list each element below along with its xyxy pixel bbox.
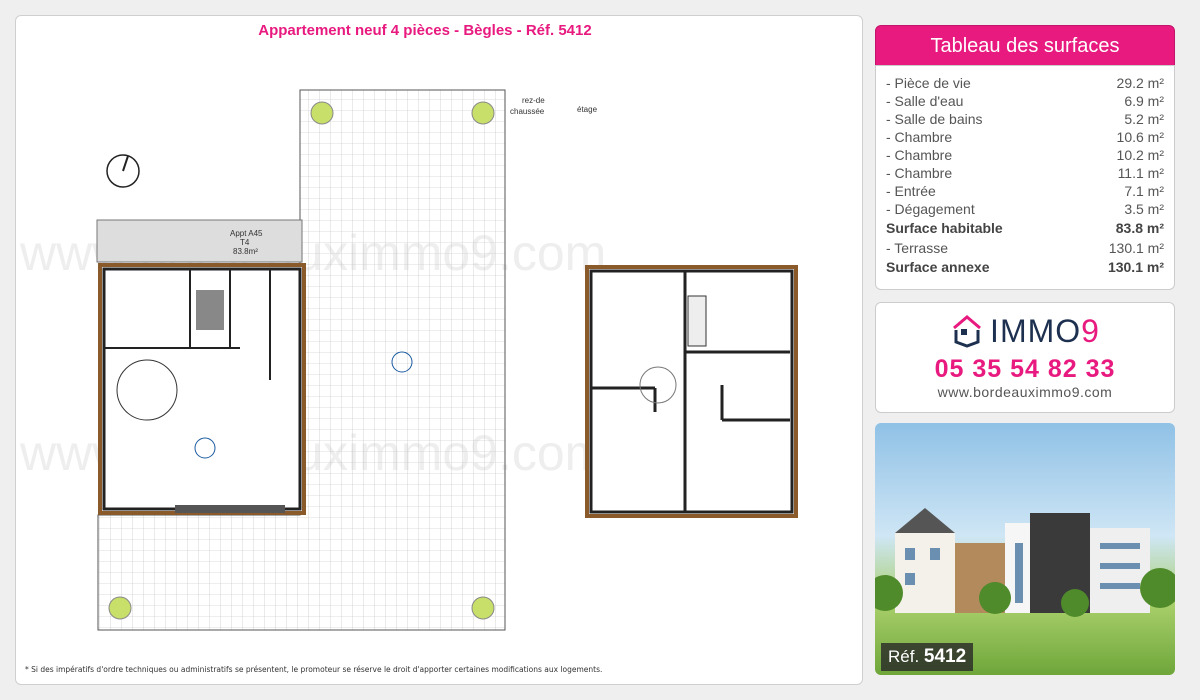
- surface-label: - Chambre: [886, 165, 953, 181]
- surface-row: - Entrée 7.1 m²: [886, 182, 1164, 200]
- surface-value: 83.8 m²: [1115, 220, 1164, 236]
- footnote: * Si des impératifs d'ordre techniques o…: [25, 665, 603, 674]
- ref-label: Réf.: [888, 647, 920, 666]
- surface-row: - Salle de bains 5.2 m²: [886, 110, 1164, 128]
- surface-row: - Dégagement 3.5 m²: [886, 200, 1164, 218]
- surface-value: 130.1 m²: [1108, 239, 1164, 256]
- surface-value: 6.9 m²: [1124, 93, 1164, 109]
- building-illustration: [875, 508, 1175, 617]
- surface-value: 11.1 m²: [1117, 165, 1164, 181]
- surface-value: 3.5 m²: [1124, 201, 1164, 217]
- logo-digit: 9: [1081, 312, 1100, 349]
- surface-row: - Chambre 10.2 m²: [886, 146, 1164, 164]
- surface-value: 5.2 m²: [1124, 111, 1164, 127]
- surface-label: - Chambre: [886, 129, 953, 145]
- rdc-label: rez-de: [522, 96, 545, 105]
- surface-label: - Pièce de vie: [886, 75, 971, 91]
- surface-label: Surface habitable: [886, 220, 1003, 236]
- surface-row: Surface annexe 130.1 m²: [886, 257, 1164, 278]
- surface-label: - Dégagement: [886, 201, 975, 217]
- page-title: Appartement neuf 4 pièces - Bègles - Réf…: [258, 22, 592, 39]
- website-link[interactable]: www.bordeauximmo9.com: [876, 384, 1174, 400]
- surface-value: 7.1 m²: [1124, 183, 1164, 199]
- logo-text: IMMO: [990, 312, 1082, 349]
- surfaces-table: - Pièce de vie 29.2 m² - Salle d'eau 6.9 m²…: [875, 65, 1175, 290]
- etage-label: étage: [577, 105, 598, 114]
- agency-logo: IMMO9: [876, 311, 1174, 351]
- surface-value: 29.2 m²: [1116, 75, 1164, 91]
- house-icon: [953, 315, 982, 348]
- surface-row: Surface habitable 83.8 m²: [886, 218, 1164, 239]
- surface-row: - Chambre 10.6 m²: [886, 128, 1164, 146]
- appt-label: Appt A45: [230, 229, 263, 238]
- surface-row: - Chambre 11.1 m²: [886, 164, 1164, 182]
- surface-label: - Chambre: [886, 147, 953, 163]
- agency-card: IMMO9 05 35 54 82 33 www.bordeauximmo9.c…: [875, 302, 1175, 413]
- surfaces-title: Tableau des surfaces: [875, 25, 1175, 66]
- surface-value: 10.6 m²: [1116, 129, 1164, 145]
- surface-label: - Salle de bains: [886, 111, 983, 127]
- surface-label: - Entrée: [886, 183, 936, 199]
- surface-label: Surface annexe: [886, 258, 990, 275]
- floor-plan: www.bordeauximmo9.com www.bordeauximmo9.…: [19, 89, 798, 631]
- building-photo: Réf. 5412: [875, 423, 1175, 675]
- surface-row: - Salle d'eau 6.9 m²: [886, 92, 1164, 110]
- rdc-label-2: chaussée: [510, 107, 545, 116]
- reference-badge: Réf. 5412: [881, 643, 974, 671]
- ref-number: 5412: [923, 646, 967, 667]
- surface-value: 10.2 m²: [1116, 147, 1164, 163]
- surface-row: - Terrasse 130.1 m²: [886, 239, 1164, 257]
- surface-value: 130.1 m²: [1107, 258, 1164, 275]
- appt-type: T4: [240, 238, 250, 247]
- surface-row: - Pièce de vie 29.2 m²: [886, 74, 1164, 92]
- surface-label: - Terrasse: [886, 239, 948, 256]
- surface-label: - Salle d'eau: [886, 93, 964, 109]
- appt-area: 83.8m²: [233, 247, 258, 256]
- balcony: [96, 219, 303, 263]
- phone-number[interactable]: 05 35 54 82 33: [876, 355, 1174, 384]
